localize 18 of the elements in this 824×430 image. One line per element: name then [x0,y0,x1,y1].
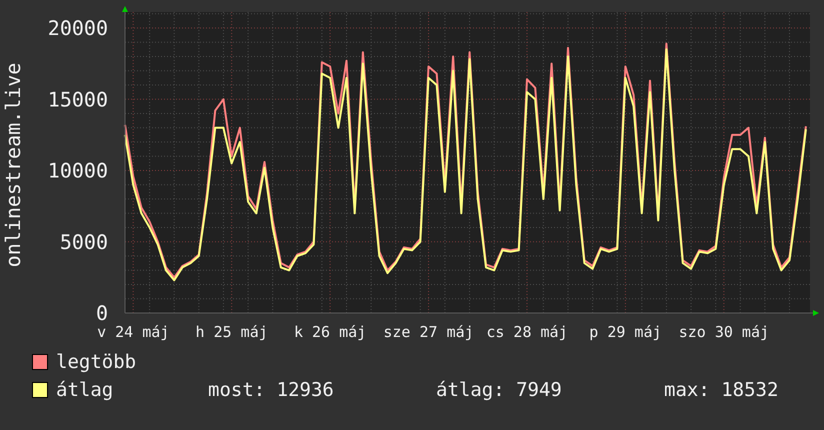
stat-text: átlag: 7949 [436,378,563,402]
x-tick-label: k 26 máj [294,323,366,341]
x-tick-label: h 25 máj [196,323,268,341]
y-tick-label: 10000 [48,158,108,182]
y-tick-label: 15000 [48,87,108,112]
y-tick-label: 0 [96,301,108,325]
x-tick-label: cs 28 máj [486,323,568,341]
legend-label: legtöbb [56,350,136,374]
legend-label: átlag [56,378,114,402]
stat-text: max: 18532 [664,378,778,402]
x-tick-label: v 24 máj [97,323,170,341]
y-tick-label: 5000 [60,230,108,254]
x-tick-label: p 29 máj [589,323,662,341]
x-tick-label: szo 30 máj [678,323,770,341]
x-tick-label: sze 27 máj [383,323,474,341]
y-tick-label: 20000 [48,16,108,40]
axis-title: onlinestream.live [1,62,25,268]
stat-text: most: 12936 [208,378,335,402]
